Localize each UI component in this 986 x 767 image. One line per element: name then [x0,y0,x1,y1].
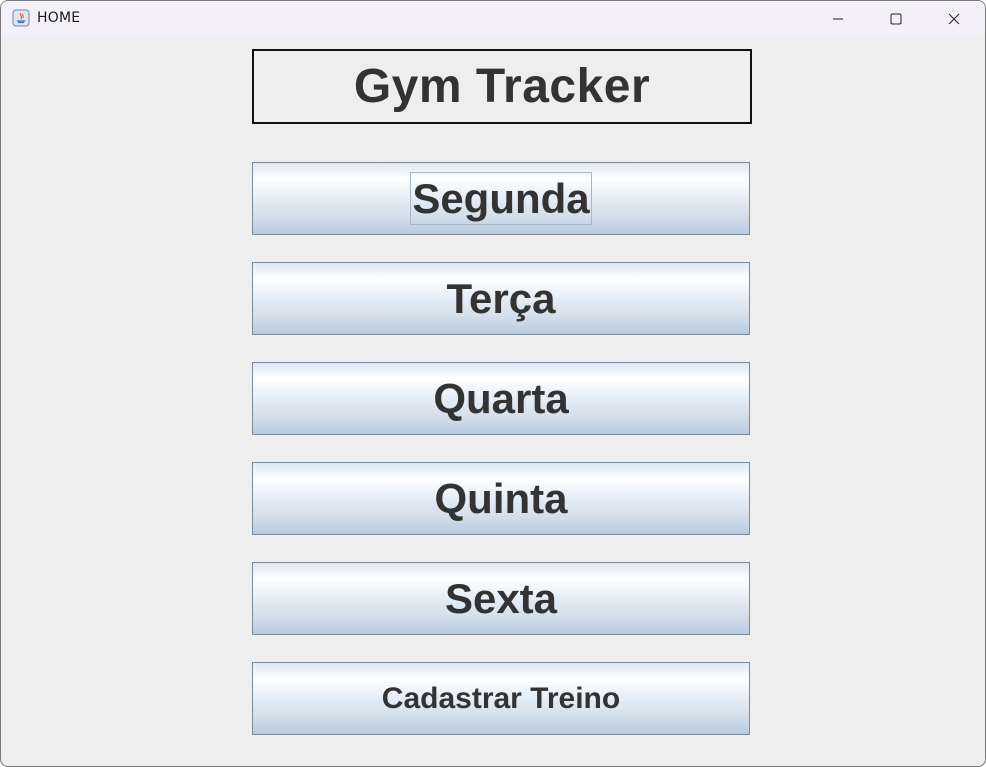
tuesday-button-label: Terça [446,275,556,322]
register-workout-button-label: Cadastrar Treino [381,682,621,715]
monday-button-label: Segunda [410,172,592,225]
monday-button[interactable]: Segunda [252,162,750,235]
heading-box: Gym Tracker [252,49,752,124]
app-window: HOME Gym Tracker Segunda Terça Quarta Qu… [0,0,986,767]
maximize-icon [890,13,902,25]
page-title: Gym Tracker [353,59,651,113]
friday-button[interactable]: Sexta [252,562,750,635]
thursday-button[interactable]: Quinta [252,462,750,535]
friday-button-label: Sexta [444,575,558,622]
wednesday-button-label: Quarta [433,375,569,422]
title-bar[interactable]: HOME [1,1,985,37]
main-panel: Gym Tracker Segunda Terça Quarta Quinta … [1,37,985,766]
java-app-icon [12,9,30,27]
close-icon [948,13,960,25]
window-title: HOME [37,10,81,26]
tuesday-button[interactable]: Terça [252,262,750,335]
close-button[interactable] [925,1,983,37]
maximize-button[interactable] [867,1,925,37]
minimize-button[interactable] [809,1,867,37]
wednesday-button[interactable]: Quarta [252,362,750,435]
minimize-icon [832,13,844,25]
thursday-button-label: Quinta [434,475,568,522]
register-workout-button[interactable]: Cadastrar Treino [252,662,750,735]
